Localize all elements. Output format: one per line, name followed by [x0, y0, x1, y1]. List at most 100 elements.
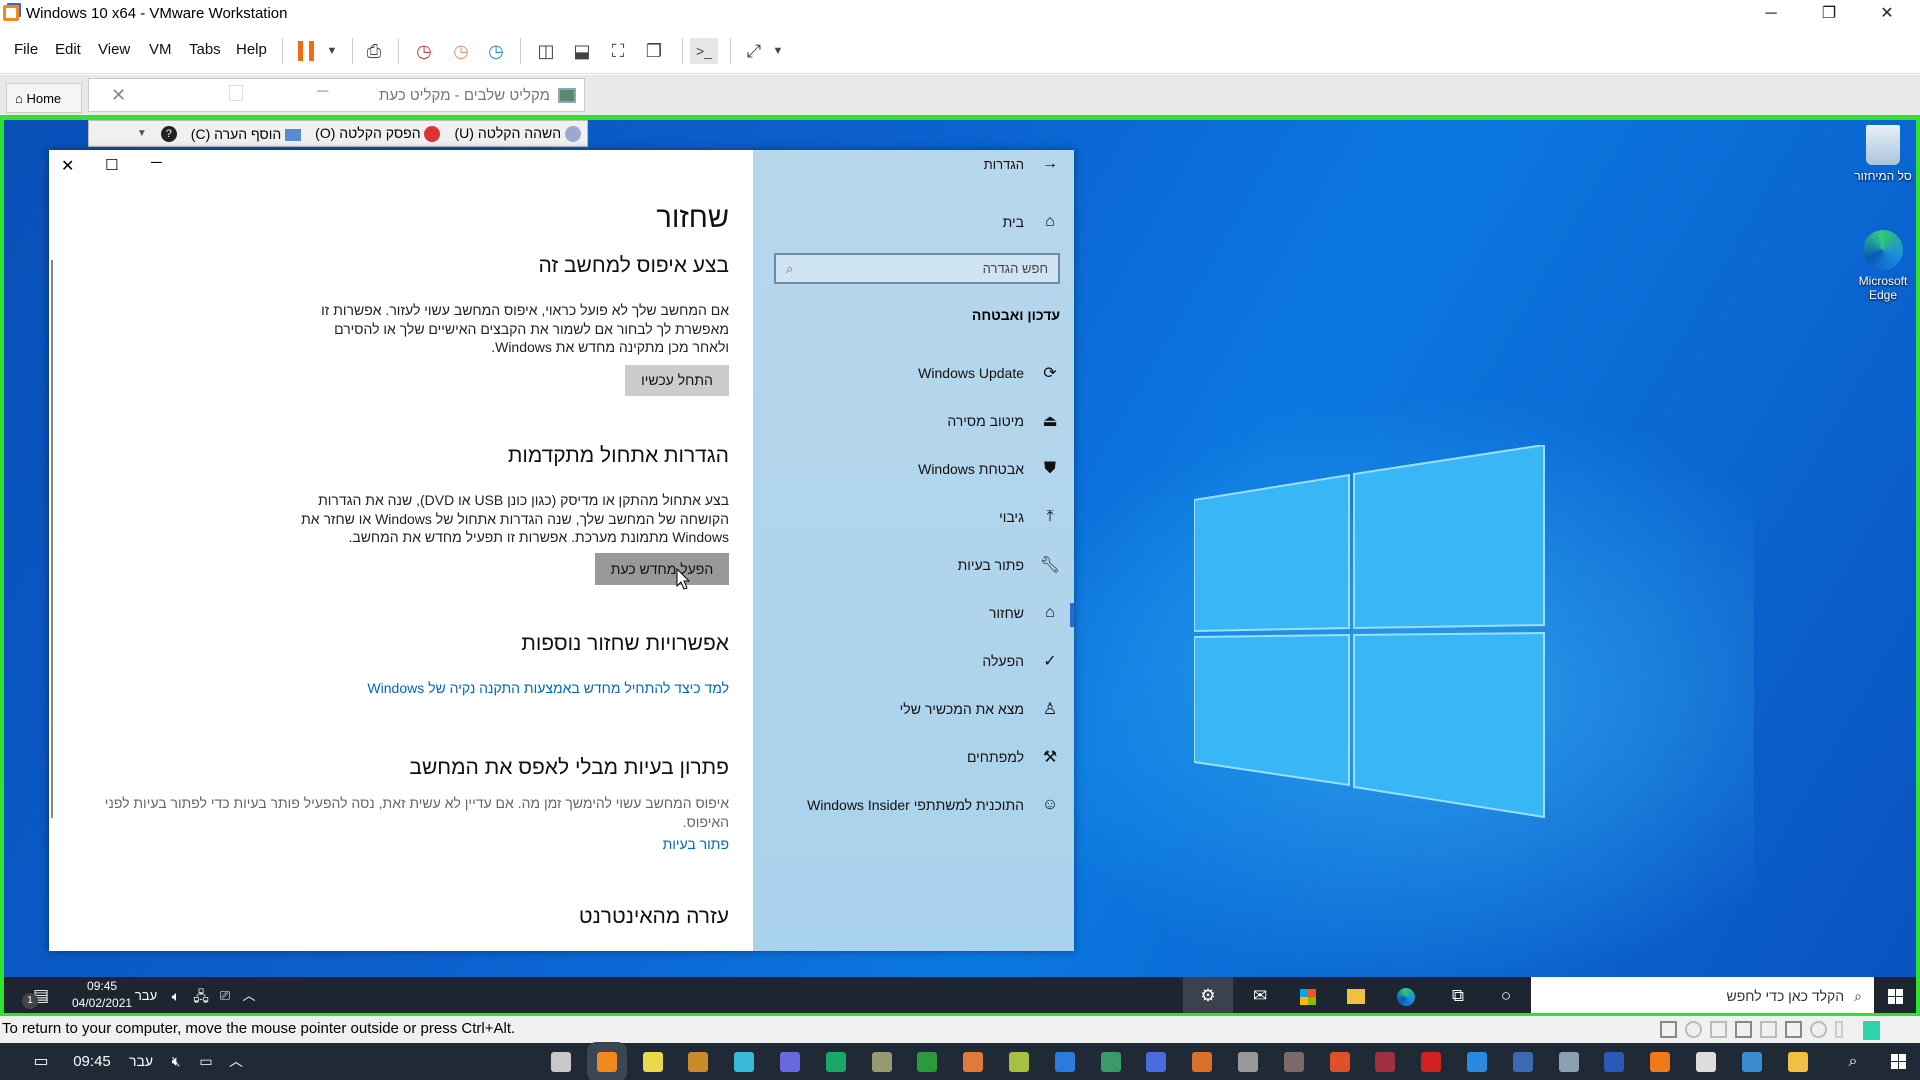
desktop-icon-edge[interactable]: Microsoft Edge	[1848, 230, 1916, 302]
host-language-indicator[interactable]: עבר	[126, 1043, 156, 1080]
tab-home[interactable]: ⌂ Home	[6, 83, 82, 113]
nav-item[interactable]: ⟳ Windows Update	[918, 353, 1060, 393]
show-library-icon[interactable]: ◫	[532, 38, 560, 64]
nav-item[interactable]: ♙ מצא את המכשיר שלי	[900, 689, 1060, 729]
settings-close-button[interactable]: ✕	[61, 156, 74, 176]
menu-view[interactable]: View	[98, 41, 130, 58]
show-hidden-icons-chevron-icon[interactable]: ︿	[224, 1043, 248, 1080]
minimize-button[interactable]: ─	[1742, 0, 1800, 28]
taskbar-mail-icon[interactable]: ✉	[1238, 977, 1282, 1013]
nav-item[interactable]: ⛊ אבטחת Windows	[918, 449, 1060, 489]
nav-item[interactable]: ⚒ למפתחים	[967, 737, 1060, 777]
scrollbar[interactable]	[51, 260, 53, 818]
restore-button[interactable]: ❐	[1800, 0, 1858, 28]
taskbar-app-app-green-u-icon[interactable]	[825, 1052, 846, 1072]
pause-dropdown-icon[interactable]: ▼	[318, 38, 346, 64]
taskbar-app-app-purple-icon[interactable]	[780, 1052, 800, 1072]
meet-now-icon[interactable]: ⎚	[214, 977, 236, 1013]
back-button[interactable]: → הגדרות	[984, 144, 1060, 184]
revert-snapshot-icon[interactable]: ◷	[447, 38, 475, 64]
settings-search-input[interactable]: חפש הגדרה ⌕	[774, 253, 1060, 284]
nav-item[interactable]: ☺ התוכנית למשתתפי Windows Insider	[807, 785, 1060, 825]
taskbar-app-app-pc-icon[interactable]	[1512, 1052, 1533, 1072]
usb-icon[interactable]	[1810, 1021, 1827, 1038]
taskbar-store-icon[interactable]	[1286, 977, 1330, 1013]
troubleshoot-link[interactable]: פתור בעיות	[663, 836, 729, 852]
cd-dvd-icon[interactable]	[1685, 1021, 1702, 1038]
clock[interactable]: 09:45 04/02/2021	[72, 978, 132, 1012]
menu-edit[interactable]: Edit	[55, 41, 81, 58]
cortana-icon[interactable]: ○	[1484, 977, 1528, 1013]
taskbar-app-vmware-icon[interactable]	[596, 1052, 617, 1072]
taskbar-app-settings-icon[interactable]	[1696, 1052, 1716, 1072]
floppy-icon[interactable]	[1710, 1021, 1727, 1038]
network-adapter-icon[interactable]	[1735, 1021, 1752, 1038]
taskbar-file-explorer-icon[interactable]	[1334, 977, 1378, 1013]
add-comment-button[interactable]: הוסף הערה (C)	[191, 126, 302, 142]
snapshot-manager-icon[interactable]: ◷	[482, 38, 510, 64]
taskbar-app-app-orange-icon[interactable]	[963, 1052, 984, 1072]
taskbar-app-acrobat-icon[interactable]	[1421, 1052, 1442, 1072]
host-clock[interactable]: 09:45	[72, 1043, 112, 1080]
taskbar-app-app-yellow-icon[interactable]	[642, 1052, 663, 1072]
taskbar-app-file-explorer-icon[interactable]	[1787, 1052, 1808, 1072]
nav-home[interactable]: ⌂ בית	[1003, 202, 1060, 242]
restart-now-button[interactable]: הפעל מחדש כעת	[595, 553, 729, 585]
settings-minimize-button[interactable]: ─	[151, 154, 162, 171]
action-center-icon[interactable]: ▭	[26, 1043, 56, 1080]
nav-item[interactable]: ✓ הפעלה	[982, 641, 1060, 681]
taskbar-app-app-paint-icon[interactable]	[871, 1052, 892, 1072]
host-search-icon[interactable]: ⌕	[1838, 1043, 1868, 1080]
taskbar-app-app-green-icon[interactable]	[917, 1052, 938, 1072]
menu-vm[interactable]: VM	[149, 41, 172, 58]
taskbar-app-app-red-book-icon[interactable]	[1375, 1052, 1396, 1072]
menu-file[interactable]: File	[14, 41, 38, 58]
thumbnail-bar-icon[interactable]: ⬓	[568, 38, 596, 64]
taskbar-app-app-clock-icon[interactable]	[1283, 1052, 1304, 1072]
clean-install-link[interactable]: למד כיצד להתחיל מחדש באמצעות התקנה נקיה …	[367, 680, 729, 696]
taskbar-app-app-cyan-icon[interactable]	[734, 1052, 755, 1072]
hard-disk-icon[interactable]	[1660, 1021, 1677, 1038]
printer-icon[interactable]	[1760, 1021, 1777, 1038]
close-button[interactable]: ✕	[1858, 0, 1916, 28]
taskbar-edge-icon[interactable]	[1384, 977, 1428, 1013]
recorder-menu-dropdown-icon[interactable]: ▼	[137, 128, 147, 139]
nav-item[interactable]: ⤒ גיבוי	[999, 497, 1060, 537]
recorder-close-button[interactable]: ✕	[111, 85, 126, 106]
taskbar-app-app-monitor-icon[interactable]	[1558, 1052, 1579, 1072]
send-ctrl-alt-del-icon[interactable]: ⎙	[360, 38, 388, 64]
menu-tabs[interactable]: Tabs	[189, 41, 221, 58]
task-view-icon[interactable]: ⧉	[1436, 977, 1480, 1013]
recorder-minimize-button[interactable]: ─	[317, 83, 328, 101]
taskbar-app-app-book-icon[interactable]	[688, 1052, 709, 1072]
taskbar-app-app-usb-icon[interactable]	[1238, 1052, 1258, 1072]
reset-start-button[interactable]: התחל עכשיו	[625, 365, 729, 396]
full-screen-icon[interactable]: ⛶	[604, 38, 632, 64]
stop-record-button[interactable]: הפסק הקלטה (O)	[315, 125, 441, 143]
taskbar-app-word-icon[interactable]	[1604, 1052, 1625, 1072]
action-center-button[interactable]: ▤ 1	[22, 977, 58, 1013]
console-view-icon[interactable]: >_	[690, 38, 718, 64]
taskbar-app-app-store-icon[interactable]	[1054, 1052, 1075, 1072]
taskbar-app-app-photo-icon[interactable]	[1192, 1052, 1213, 1072]
vm-notes-icon[interactable]	[1863, 1021, 1880, 1040]
taskbar-app-app-maps-icon[interactable]	[1329, 1052, 1350, 1072]
nav-item[interactable]: ⌂ שחזור	[989, 593, 1060, 633]
pause-record-button[interactable]: השהה הקלטה (U)	[454, 125, 581, 143]
stretch-dropdown-icon[interactable]: ▼	[764, 38, 792, 64]
desktop-icon-recycle-bin[interactable]: סל המיחזור	[1848, 125, 1916, 183]
taskbar-app-app-globe-icon[interactable]	[1100, 1052, 1121, 1072]
start-button[interactable]	[1874, 977, 1916, 1013]
host-start-button[interactable]	[1880, 1043, 1916, 1080]
taskbar-app-app-compass-icon[interactable]	[1467, 1052, 1487, 1072]
snapshot-icon[interactable]: ◷	[410, 38, 438, 64]
volume-icon[interactable]: 🔈︎	[164, 977, 188, 1013]
taskbar-app-app-leaf-icon[interactable]	[1009, 1052, 1029, 1072]
nav-item[interactable]: 🔧︎ פתור בעיות	[958, 545, 1060, 585]
muted-volume-icon[interactable]: 🔇︎	[164, 1043, 188, 1080]
help-button[interactable]: ?	[160, 125, 177, 142]
battery-icon[interactable]: ▭	[194, 1043, 218, 1080]
nav-item[interactable]: ⏏ מיטוב מסירה	[947, 401, 1060, 441]
taskbar-app-app-blue-icon[interactable]	[1146, 1052, 1167, 1072]
vm-screen[interactable]: השהה הקלטה (U) הפסק הקלטה (O) הוסף הערה …	[0, 115, 1920, 1017]
